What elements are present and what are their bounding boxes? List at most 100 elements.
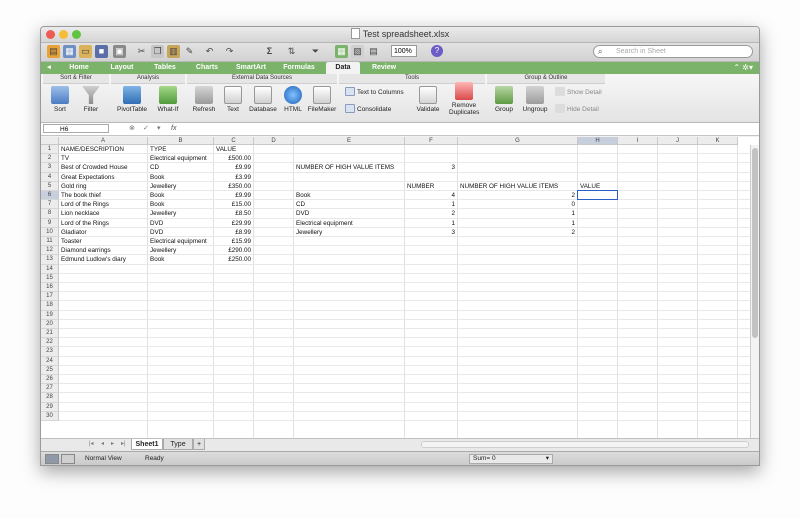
- sort-button[interactable]: Sort: [47, 86, 73, 113]
- cell-a1[interactable]: NAME/DESCRIPTION: [61, 145, 145, 154]
- row-header-14[interactable]: 14: [41, 264, 59, 274]
- ribbon-collapse-icon[interactable]: ◂: [45, 62, 53, 74]
- cell-g6[interactable]: 2: [460, 191, 575, 200]
- cell-c8[interactable]: £8.50: [216, 209, 251, 218]
- last-sheet-icon[interactable]: ▸|: [121, 440, 126, 447]
- cell-f7[interactable]: 1: [407, 200, 455, 209]
- row-header-22[interactable]: 22: [41, 338, 59, 348]
- row-header-15[interactable]: 15: [41, 273, 59, 283]
- horizontal-scrollbar[interactable]: [421, 441, 749, 448]
- tab-layout[interactable]: Layout: [101, 62, 143, 74]
- cell-c9[interactable]: £29.99: [216, 219, 251, 228]
- row-header-17[interactable]: 17: [41, 292, 59, 302]
- pivottable-button[interactable]: PivotTable: [113, 86, 151, 113]
- paste-icon[interactable]: ▥: [167, 45, 180, 58]
- filter-button[interactable]: Filter: [77, 86, 105, 113]
- cell-c7[interactable]: £15.00: [216, 200, 251, 209]
- search-input[interactable]: ⌕ Search in Sheet: [593, 45, 753, 58]
- autosum-icon[interactable]: Σ: [263, 45, 276, 58]
- row-header-3[interactable]: 3: [41, 163, 59, 173]
- open-folder-icon[interactable]: ▭: [79, 45, 92, 58]
- cell-f6[interactable]: 4: [407, 191, 455, 200]
- name-box[interactable]: H6: [43, 124, 109, 133]
- cell-a8[interactable]: Lion necklace: [61, 209, 145, 218]
- zoom-select[interactable]: 100%: [391, 45, 417, 57]
- row-header-6[interactable]: 6: [41, 191, 59, 201]
- column-header-k[interactable]: K: [698, 137, 738, 145]
- row-header-4[interactable]: 4: [41, 172, 59, 182]
- cancel-entry-icon[interactable]: ⊗: [129, 124, 135, 134]
- cell-c13[interactable]: £250.00: [216, 255, 251, 264]
- row-header-2[interactable]: 2: [41, 154, 59, 164]
- redo-icon[interactable]: ↷: [223, 45, 236, 58]
- cell-b4[interactable]: Book: [150, 173, 211, 182]
- cell-c1[interactable]: VALUE: [216, 145, 251, 154]
- row-header-18[interactable]: 18: [41, 301, 59, 311]
- cell-a9[interactable]: Lord of the Rings: [61, 219, 145, 228]
- cell-b1[interactable]: TYPE: [150, 145, 211, 154]
- row-header-27[interactable]: 27: [41, 384, 59, 394]
- function-icon[interactable]: fx: [171, 123, 176, 135]
- cell-c10[interactable]: £8.99: [216, 228, 251, 237]
- first-sheet-icon[interactable]: |◂: [89, 440, 94, 447]
- select-all-corner[interactable]: [41, 137, 59, 145]
- cell-b11[interactable]: Electrical equipment: [150, 237, 211, 246]
- print-icon[interactable]: ▣: [113, 45, 126, 58]
- cell-e7[interactable]: CD: [296, 200, 402, 209]
- cell-e6[interactable]: Book: [296, 191, 402, 200]
- filter-icon[interactable]: ⏷: [309, 45, 322, 58]
- gallery-icon[interactable]: ▦: [335, 45, 348, 58]
- cell-c2[interactable]: £500.00: [216, 154, 251, 163]
- column-header-g[interactable]: G: [458, 137, 578, 145]
- save-icon[interactable]: ■: [95, 45, 108, 58]
- cell-a2[interactable]: TV: [61, 154, 145, 163]
- row-header-12[interactable]: 12: [41, 246, 59, 256]
- row-header-16[interactable]: 16: [41, 283, 59, 293]
- sheet-tab-type[interactable]: Type: [163, 439, 193, 450]
- cell-g7[interactable]: 0: [460, 200, 575, 209]
- column-header-a[interactable]: A: [59, 137, 148, 145]
- text-import-button[interactable]: Text: [221, 86, 245, 113]
- cell-e10[interactable]: Jewellery: [296, 228, 402, 237]
- row-header-1[interactable]: 1: [41, 145, 59, 155]
- copy-icon[interactable]: ❐: [151, 45, 164, 58]
- cell-a11[interactable]: Toaster: [61, 237, 145, 246]
- cell-b5[interactable]: Jewellery: [150, 182, 211, 191]
- cell-b2[interactable]: Electrical equipment: [150, 154, 211, 163]
- cell-a5[interactable]: Gold ring: [61, 182, 145, 191]
- cell-a7[interactable]: Lord of the Rings: [61, 200, 145, 209]
- undo-icon[interactable]: ↶: [203, 45, 216, 58]
- row-header-24[interactable]: 24: [41, 356, 59, 366]
- cell-f3[interactable]: 3: [407, 163, 455, 172]
- confirm-entry-icon[interactable]: ✓: [143, 124, 149, 134]
- cell-c4[interactable]: £3.99: [216, 173, 251, 182]
- next-sheet-icon[interactable]: ▸: [111, 440, 114, 447]
- format-painter-icon[interactable]: ✎: [183, 45, 196, 58]
- refresh-button[interactable]: Refresh: [189, 86, 219, 113]
- html-button[interactable]: HTML: [281, 86, 305, 113]
- validate-button[interactable]: Validate: [413, 86, 443, 113]
- cell-g8[interactable]: 1: [460, 209, 575, 218]
- cell-a3[interactable]: Best of Crowded House: [61, 163, 145, 172]
- sheet-tab-sheet1[interactable]: Sheet1: [131, 439, 163, 450]
- database-button[interactable]: Database: [247, 86, 279, 113]
- cell-b9[interactable]: DVD: [150, 219, 211, 228]
- cell-c5[interactable]: £350.00: [216, 182, 251, 191]
- cell-b7[interactable]: Book: [150, 200, 211, 209]
- cell-b13[interactable]: Book: [150, 255, 211, 264]
- show-detail-button[interactable]: Show Detail: [555, 87, 602, 96]
- row-header-11[interactable]: 11: [41, 237, 59, 247]
- cell-c3[interactable]: £9.99: [216, 163, 251, 172]
- templates-icon[interactable]: ▦: [63, 45, 76, 58]
- cell-c12[interactable]: £290.00: [216, 246, 251, 255]
- cell-a6[interactable]: The book thief: [61, 191, 145, 200]
- sort-icon[interactable]: ⇅: [285, 45, 298, 58]
- tab-data[interactable]: Data: [326, 62, 360, 74]
- column-header-b[interactable]: B: [148, 137, 214, 145]
- column-header-e[interactable]: E: [294, 137, 405, 145]
- tab-review[interactable]: Review: [363, 62, 405, 74]
- formula-builder-icon[interactable]: ▾: [157, 124, 161, 134]
- column-header-j[interactable]: J: [658, 137, 698, 145]
- sum-display[interactable]: Sum= 0 ▾: [469, 454, 553, 464]
- row-header-20[interactable]: 20: [41, 319, 59, 329]
